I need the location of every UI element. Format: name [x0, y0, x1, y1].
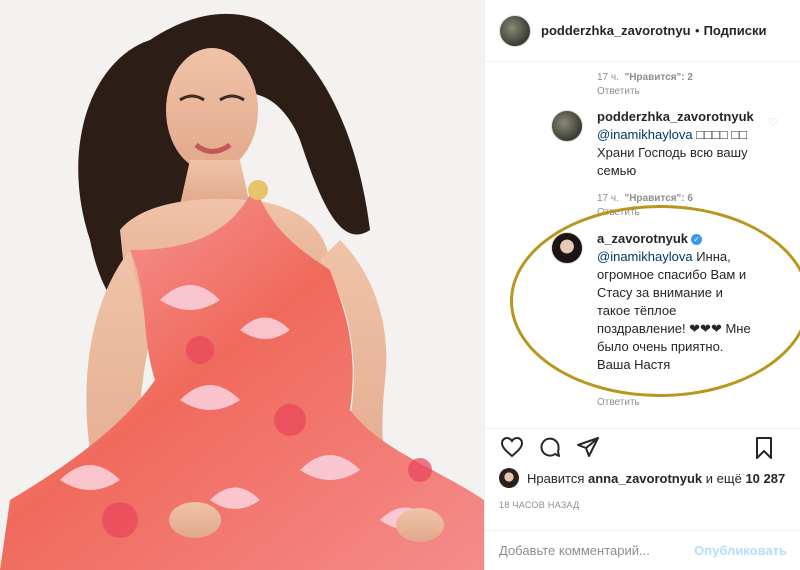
post-photo — [0, 0, 484, 570]
liker-username[interactable]: anna_zavorotnyuk — [588, 471, 702, 486]
share-icon[interactable] — [573, 432, 603, 462]
comment-time: 17 ч. — [597, 72, 619, 83]
add-comment-bar: Опубликовать — [485, 530, 800, 570]
comment: podderzhka_zavorotnyuk @inamikhaylova □□… — [597, 108, 767, 180]
comment-username[interactable]: podderzhka_zavorotnyuk — [597, 109, 754, 124]
bookmark-icon[interactable] — [749, 433, 779, 463]
heart-icon[interactable] — [497, 432, 527, 462]
likes-count[interactable]: 10 287 — [745, 471, 785, 486]
highlight-ellipse — [510, 205, 800, 397]
post-actions — [485, 428, 800, 464]
comment-likes[interactable]: "Нравится": 6 — [624, 193, 693, 204]
likes-prefix: Нравится — [527, 470, 585, 486]
comment-time: 17 ч. — [597, 193, 619, 204]
post-time-ago[interactable]: 18 ЧАСОВ НАЗАД — [499, 500, 580, 510]
author-avatar[interactable] — [499, 14, 531, 47]
add-comment-input[interactable] — [499, 543, 695, 558]
comment-meta: 17 ч. "Нравится": 6 — [597, 193, 693, 204]
likes-summary: Нравится anna_zavorotnyuk и ещё 10 287 — [499, 468, 785, 488]
comment-like-icon[interactable]: ♡ — [768, 118, 778, 129]
liker-avatar[interactable] — [499, 468, 519, 488]
comment-meta: 17 ч. "Нравится": 2 — [597, 72, 693, 83]
likes-middle: и ещё — [705, 470, 742, 486]
post-header: podderzhka_zavorotnyuk • Подписки — [485, 0, 800, 62]
commenter-avatar[interactable] — [551, 110, 583, 142]
comment-icon[interactable] — [535, 432, 565, 462]
comment-likes[interactable]: "Нравится": 2 — [624, 72, 693, 83]
author-username[interactable]: podderzhka_zavorotnyuk — [541, 23, 691, 38]
reply-link[interactable]: Ответить — [597, 86, 640, 97]
post-comment-button[interactable]: Опубликовать — [694, 543, 787, 558]
following-button[interactable]: Подписки — [704, 23, 767, 38]
reply-link[interactable]: Ответить — [597, 397, 640, 408]
header-separator: • — [695, 23, 700, 38]
comment-mention[interactable]: @inamikhaylova — [597, 127, 693, 142]
